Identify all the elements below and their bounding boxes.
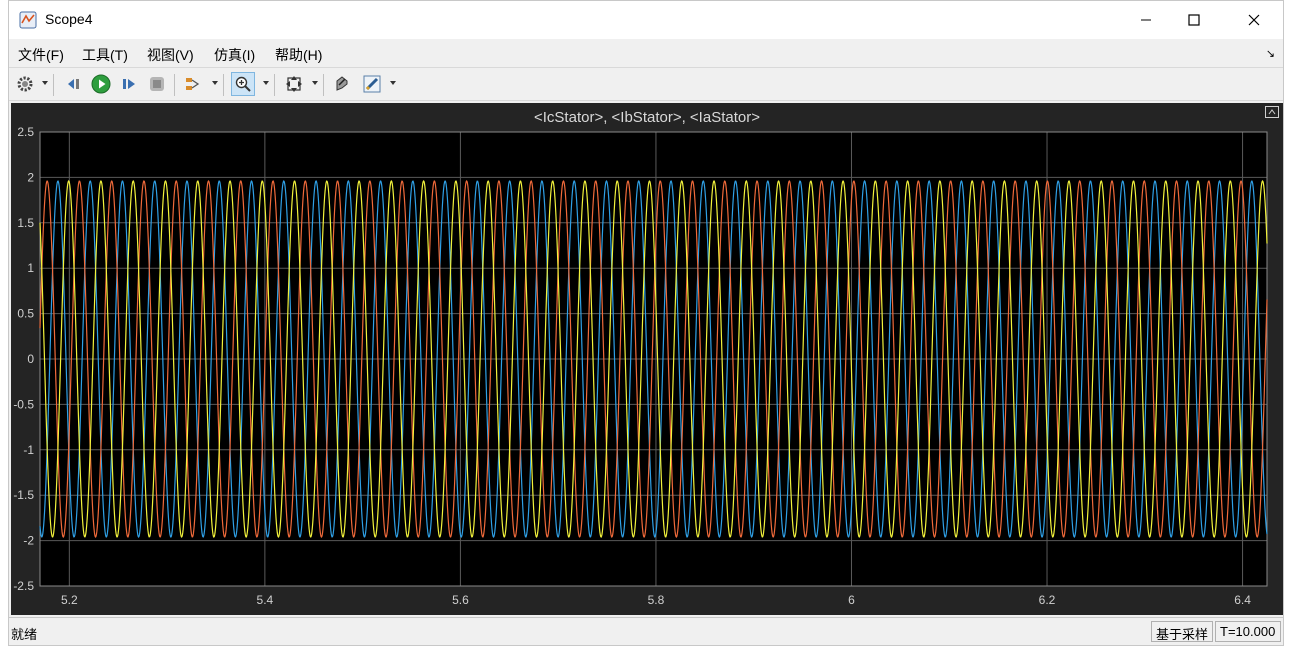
scope-app-icon <box>19 11 37 29</box>
y-tick-label: 2 <box>27 170 34 184</box>
y-tick-label: 1 <box>27 261 34 275</box>
zoom-in-icon <box>235 76 251 92</box>
close-icon <box>1248 14 1260 26</box>
highlight-button[interactable] <box>361 73 383 95</box>
settings-button[interactable] <box>14 73 36 95</box>
menu-view[interactable]: 视图(V) <box>147 45 194 65</box>
y-tick-label: 1.5 <box>17 216 34 230</box>
stop-button[interactable] <box>146 73 168 95</box>
line-chart[interactable]: 5.2 5.4 5.6 5.8 6 6.2 6.4 2.5 2 1.5 1 0.5 0 -0.5 -1 -1.… <box>11 103 1283 615</box>
y-tick-label: 0.5 <box>17 307 34 321</box>
y-tick-label: -2 <box>23 534 34 548</box>
zoom-in-button[interactable] <box>231 72 255 96</box>
y-tick-label: 0 <box>27 352 34 366</box>
menu-file[interactable]: 文件(F) <box>18 45 64 65</box>
autoscale-button[interactable] <box>283 73 305 95</box>
step-back-icon <box>68 79 79 89</box>
y-tick-label: -2.5 <box>13 579 34 593</box>
menu-help[interactable]: 帮助(H) <box>275 45 322 65</box>
y-tick-label: -1.5 <box>13 488 34 502</box>
x-tick-label: 6.4 <box>1234 593 1251 607</box>
menu-simulation[interactable]: 仿真(I) <box>214 45 255 65</box>
minimize-icon <box>1141 19 1151 21</box>
x-tick-label: 5.2 <box>61 593 78 607</box>
x-tick-label: 5.6 <box>452 593 469 607</box>
stop-icon <box>150 77 164 91</box>
dock-arrow-icon[interactable]: ↘ <box>1266 47 1275 60</box>
run-icon <box>91 74 111 94</box>
sim-time-indicator: T=10.000 <box>1215 621 1281 642</box>
title-bar: Scope4 <box>9 1 1283 39</box>
y-tick-label: -0.5 <box>13 397 34 411</box>
x-tick-label: 5.4 <box>257 593 274 607</box>
menu-tools[interactable]: 工具(T) <box>82 45 128 65</box>
status-ready-text: 就绪 <box>11 627 38 642</box>
highlight-icon <box>363 75 381 93</box>
signal-select-icon <box>186 78 200 90</box>
status-bar: 就绪 基于采样 T=10.000 <box>9 617 1283 645</box>
signal-select-button[interactable] <box>182 73 204 95</box>
run-button[interactable] <box>90 73 112 95</box>
maximize-icon <box>1188 14 1200 26</box>
x-tick-label: 6 <box>848 593 855 607</box>
y-tick-label: -1 <box>23 443 34 457</box>
maximize-button[interactable] <box>1165 1 1223 39</box>
step-forward-icon <box>123 79 135 89</box>
window-title: Scope4 <box>45 11 93 27</box>
step-back-button[interactable] <box>63 73 85 95</box>
close-button[interactable] <box>1225 1 1283 39</box>
autoscale-icon <box>286 76 302 92</box>
scope-plot-panel: <IcStator>, <IbStator>, <IaStator> 5.2 5.… <box>11 103 1283 615</box>
style-button[interactable] <box>331 73 353 95</box>
step-forward-button[interactable] <box>118 73 140 95</box>
x-tick-label: 5.8 <box>648 593 665 607</box>
style-icon <box>336 76 348 91</box>
sample-mode-indicator: 基于采样 <box>1151 621 1213 642</box>
menu-bar: 文件(F) 工具(T) 视图(V) 仿真(I) 帮助(H) ↘ <box>9 39 1283 67</box>
y-tick-label: 2.5 <box>17 125 34 139</box>
x-tick-label: 6.2 <box>1039 593 1056 607</box>
scope-window: Scope4 文件(F) 工具(T) 视图(V) 仿真(I) 帮助(H) ↘ <… <box>8 0 1284 646</box>
toolbar <box>9 67 1283 101</box>
gear-icon <box>17 76 33 92</box>
